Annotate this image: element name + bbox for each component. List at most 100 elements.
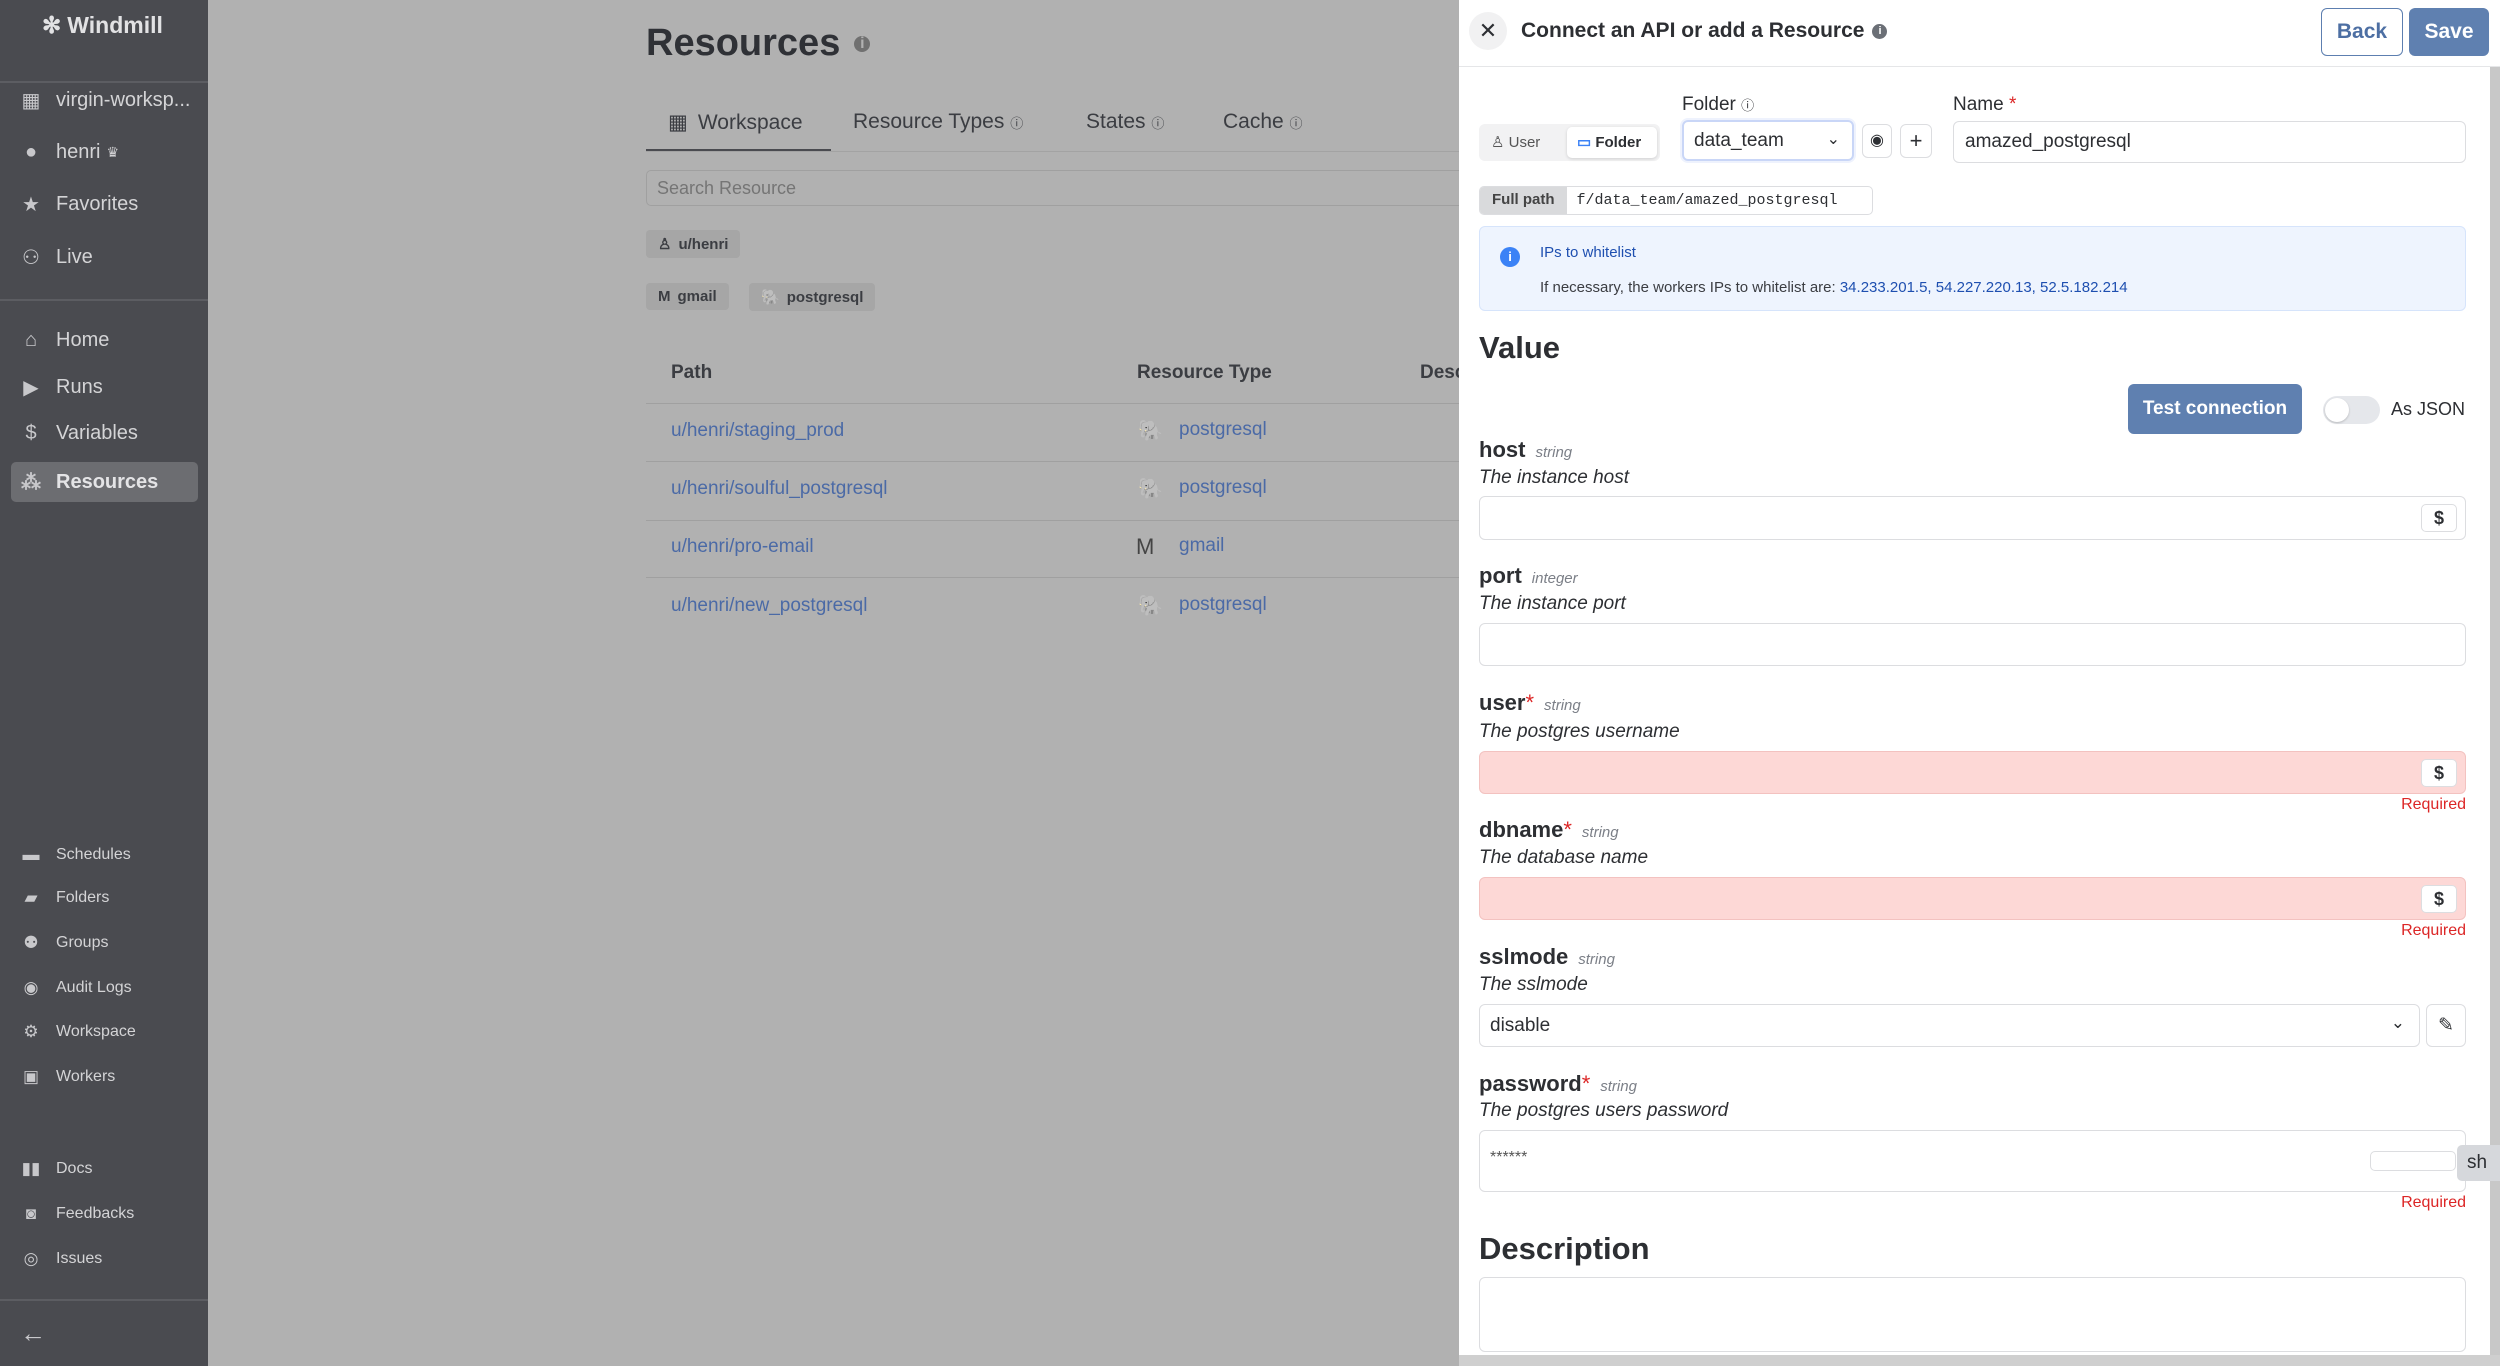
field-type: string bbox=[1600, 1078, 1637, 1095]
divider bbox=[0, 81, 208, 83]
sidebar-item-workers[interactable]: ▣ Workers bbox=[20, 1067, 115, 1087]
field-description: The postgres username bbox=[1479, 721, 1680, 742]
sidebar-item-feedbacks[interactable]: ◙ Feedbacks bbox=[20, 1204, 134, 1224]
resource-type-link[interactable]: postgresql bbox=[1179, 594, 1267, 616]
sidebar-item-home[interactable]: ⌂ Home bbox=[20, 329, 109, 352]
owner-toggle: ♙ User ▭ Folder bbox=[1479, 124, 1660, 161]
divider bbox=[0, 299, 208, 301]
show-password-button[interactable]: sh bbox=[2457, 1145, 2500, 1181]
toggle-user[interactable]: ♙ User bbox=[1491, 133, 1540, 151]
sidebar-item-runs[interactable]: ▶ Runs bbox=[20, 375, 102, 400]
row-divider bbox=[646, 520, 1467, 521]
close-icon[interactable]: ✕ bbox=[1469, 12, 1507, 50]
play-icon: ▶ bbox=[23, 377, 39, 399]
add-folder-button[interactable]: + bbox=[1900, 124, 1932, 158]
book-icon: ▮▮ bbox=[21, 1159, 41, 1178]
port-input[interactable] bbox=[1479, 623, 2466, 666]
building-icon: ▦ bbox=[21, 90, 41, 112]
full-path-value: f/data_team/amazed_postgresql bbox=[1576, 192, 1838, 209]
sidebar-item-schedules[interactable]: ▬ Schedules bbox=[20, 845, 131, 865]
row-divider bbox=[646, 461, 1467, 462]
owner-filter-chip[interactable]: ♙ u/henri bbox=[646, 230, 741, 258]
type-filter-postgresql[interactable]: 🐘 postgresql bbox=[749, 283, 876, 311]
required-error: Required bbox=[2401, 796, 2466, 813]
gmail-icon: M bbox=[658, 288, 671, 305]
resource-type-link[interactable]: postgresql bbox=[1179, 477, 1267, 499]
sidebar-item-label: Folders bbox=[56, 889, 110, 906]
info-icon[interactable]: i bbox=[854, 35, 871, 52]
column-header-resource-type: Resource Type bbox=[1137, 362, 1272, 383]
horizontal-scrollbar[interactable] bbox=[1459, 1355, 2500, 1366]
back-button[interactable]: Back bbox=[2321, 8, 2403, 56]
password-input[interactable]: ****** bbox=[1479, 1130, 2466, 1192]
value-heading: Value bbox=[1479, 330, 1560, 365]
workspace-switcher[interactable]: ▦ virgin-worksp... bbox=[20, 88, 191, 113]
tab-states[interactable]: States ⓘ bbox=[1086, 110, 1164, 134]
label-text: Folder bbox=[1682, 94, 1736, 115]
resource-type-link[interactable]: postgresql bbox=[1179, 419, 1267, 441]
drawer-header: ✕ Connect an API or add a Resource i Back… bbox=[1459, 0, 2500, 67]
sidebar-item-folders[interactable]: ▰ Folders bbox=[20, 888, 109, 908]
sidebar-item-issues[interactable]: ◎ Issues bbox=[20, 1249, 103, 1269]
description-heading: Description bbox=[1479, 1231, 1650, 1266]
alert-title: IPs to whitelist bbox=[1540, 244, 1636, 261]
row-divider bbox=[646, 403, 1467, 404]
test-connection-button[interactable]: Test connection bbox=[2128, 384, 2302, 434]
resource-path-link[interactable]: u/henri/new_postgresql bbox=[671, 595, 867, 617]
robot-icon: ▣ bbox=[22, 1067, 40, 1086]
sidebar-item-audit-logs[interactable]: ◉ Audit Logs bbox=[20, 978, 132, 998]
tabs-border bbox=[646, 151, 1467, 152]
sidebar-item-resources[interactable]: ⁂ Resources bbox=[20, 470, 158, 495]
info-icon[interactable]: i bbox=[1872, 23, 1888, 39]
sidebar-item-label: Home bbox=[56, 329, 110, 351]
sidebar-item-label: Favorites bbox=[56, 193, 139, 215]
pencil-icon[interactable]: ✎ bbox=[2426, 1004, 2466, 1047]
name-input[interactable] bbox=[1953, 121, 2466, 163]
chevron-down-icon: ⌄ bbox=[2390, 1013, 2405, 1032]
search-input[interactable] bbox=[646, 170, 1467, 206]
sidebar-item-live[interactable]: ⚇ Live bbox=[20, 245, 93, 270]
chip-label: postgresql bbox=[786, 288, 864, 306]
password-mini-input[interactable] bbox=[2370, 1151, 2456, 1171]
tab-workspace[interactable]: ▦ Workspace bbox=[668, 110, 803, 135]
as-json-toggle[interactable] bbox=[2323, 396, 2380, 424]
host-input[interactable]: $ bbox=[1479, 496, 2466, 540]
resource-path-link[interactable]: u/henri/pro-email bbox=[671, 536, 814, 558]
dollar-icon[interactable]: $ bbox=[2421, 885, 2457, 913]
tab-resource-types[interactable]: Resource Types ⓘ bbox=[853, 110, 1023, 134]
calendar-icon: ▬ bbox=[22, 845, 40, 864]
field-description: The instance host bbox=[1479, 467, 1629, 488]
save-button[interactable]: Save bbox=[2409, 8, 2489, 56]
sidebar-item-label: Workspace bbox=[56, 1023, 136, 1040]
sidebar-item-workspace[interactable]: ⚙ Workspace bbox=[20, 1022, 136, 1042]
description-textarea[interactable] bbox=[1479, 1277, 2466, 1352]
resource-path-link[interactable]: u/henri/staging_prod bbox=[671, 420, 844, 442]
sidebar-item-favorites[interactable]: ★ Favorites bbox=[20, 192, 138, 217]
sidebar-item-groups[interactable]: ⚉ Groups bbox=[20, 933, 108, 953]
collapse-sidebar-arrow-icon[interactable]: ← bbox=[20, 1318, 46, 1349]
sidebar-item-label: Workers bbox=[56, 1068, 116, 1085]
sslmode-select[interactable]: disable ⌄ bbox=[1479, 1004, 2420, 1047]
sidebar-item-variables[interactable]: $ Variables bbox=[20, 422, 137, 445]
tab-cache[interactable]: Cache ⓘ bbox=[1223, 110, 1303, 134]
gmail-icon: M bbox=[1136, 534, 1155, 559]
dbname-input[interactable]: $ bbox=[1479, 877, 2466, 920]
dollar-icon[interactable]: $ bbox=[2421, 759, 2457, 787]
user-input[interactable]: $ bbox=[1479, 751, 2466, 794]
windmill-logo[interactable]: ✻ Windmill bbox=[42, 12, 163, 39]
type-filter-gmail[interactable]: Mgmail bbox=[646, 283, 729, 310]
toggle-folder[interactable]: ▭ Folder bbox=[1567, 127, 1657, 158]
postgresql-icon: 🐘 bbox=[1138, 595, 1163, 617]
alert-text: If necessary, the workers IPs to whiteli… bbox=[1540, 279, 1836, 296]
folder-select[interactable]: data_team ⌄ bbox=[1682, 120, 1854, 161]
tab-label: Workspace bbox=[697, 110, 803, 134]
field-description: The sslmode bbox=[1479, 974, 1588, 995]
required-mark: * bbox=[1581, 1071, 1591, 1096]
resource-type-link[interactable]: gmail bbox=[1179, 535, 1224, 557]
user-menu[interactable]: ● henri ♛ bbox=[20, 141, 119, 164]
resource-path-link[interactable]: u/henri/soulful_postgresql bbox=[671, 478, 888, 500]
sidebar-item-docs[interactable]: ▮▮ Docs bbox=[20, 1159, 93, 1179]
dollar-icon[interactable]: $ bbox=[2421, 504, 2457, 532]
eye-icon[interactable]: ◉ bbox=[1862, 124, 1892, 158]
column-header-path: Path bbox=[671, 362, 713, 383]
